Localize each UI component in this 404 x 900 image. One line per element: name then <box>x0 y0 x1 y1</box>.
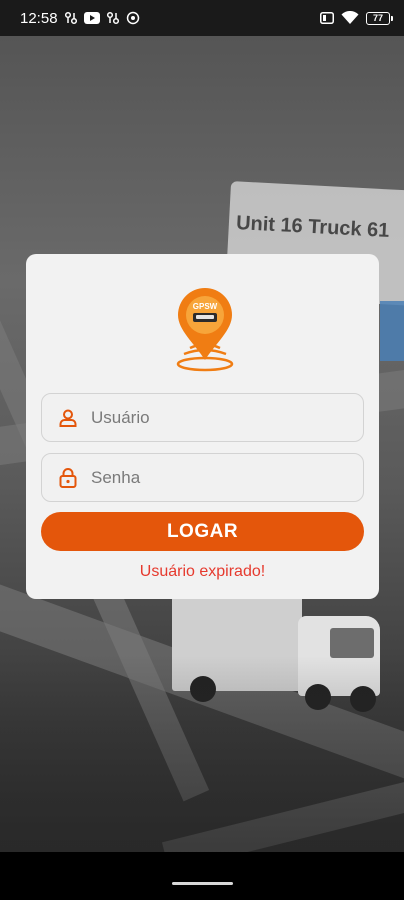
username-field[interactable] <box>41 393 364 442</box>
password-input[interactable] <box>91 467 351 488</box>
battery-icon: 77 <box>366 11 393 25</box>
home-indicator[interactable] <box>172 882 233 885</box>
navigation-bar <box>0 852 404 900</box>
password-field[interactable] <box>41 453 364 502</box>
logo-text: GPSW <box>193 302 218 311</box>
youtube-icon <box>83 12 100 24</box>
status-bar: 12:58 77 <box>0 0 404 36</box>
logo-icon: GPSW <box>176 288 234 372</box>
status-time: 12:58 <box>20 9 58 27</box>
user-icon <box>58 408 78 428</box>
error-message: Usuário expirado! <box>139 563 266 580</box>
record-icon <box>126 11 140 25</box>
jumper-icon <box>106 11 120 25</box>
login-card: GPSW LOGAR Usuário expirado! <box>26 254 379 599</box>
sim-icon <box>320 12 334 24</box>
lock-icon <box>58 467 78 488</box>
login-button[interactable]: LOGAR <box>41 512 364 551</box>
username-input[interactable] <box>91 407 351 428</box>
wifi-icon <box>341 11 359 25</box>
battery-level: 77 <box>372 13 383 23</box>
jumper-icon <box>64 11 78 25</box>
